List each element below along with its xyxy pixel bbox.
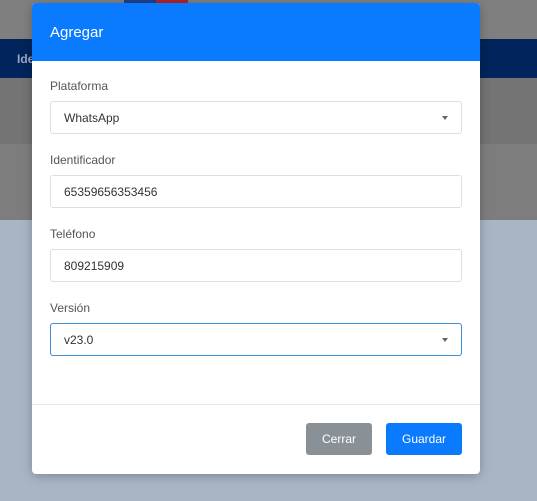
phone-value: 809215909 [64, 258, 125, 273]
identifier-group: Identificador 65359656353456 [50, 153, 462, 208]
version-value: v23.0 [64, 332, 94, 347]
phone-group: Teléfono 809215909 [50, 227, 462, 282]
modal-header: Agregar [32, 3, 480, 61]
save-button[interactable]: Guardar [386, 423, 462, 455]
platform-select[interactable]: WhatsApp [50, 101, 462, 134]
modal-title: Agregar [50, 23, 104, 41]
version-select[interactable]: v23.0 [50, 323, 462, 356]
caret-down-icon [442, 116, 448, 120]
platform-group: Plataforma WhatsApp [50, 79, 462, 134]
identifier-label: Identificador [50, 153, 116, 167]
platform-value: WhatsApp [64, 110, 120, 125]
caret-down-icon [442, 338, 448, 342]
close-button[interactable]: Cerrar [306, 423, 372, 455]
modal-body: Plataforma WhatsApp Identificador 653596… [32, 61, 480, 404]
footer-divider [32, 404, 480, 405]
identifier-value: 65359656353456 [64, 184, 158, 199]
version-group: Versión v23.0 [50, 301, 462, 356]
version-label: Versión [50, 301, 91, 315]
phone-label: Teléfono [50, 227, 96, 241]
phone-input[interactable]: 809215909 [50, 249, 462, 282]
platform-label: Plataforma [50, 79, 109, 93]
add-dialog: Agregar Plataforma WhatsApp Identificado… [32, 3, 480, 474]
identifier-input[interactable]: 65359656353456 [50, 175, 462, 208]
